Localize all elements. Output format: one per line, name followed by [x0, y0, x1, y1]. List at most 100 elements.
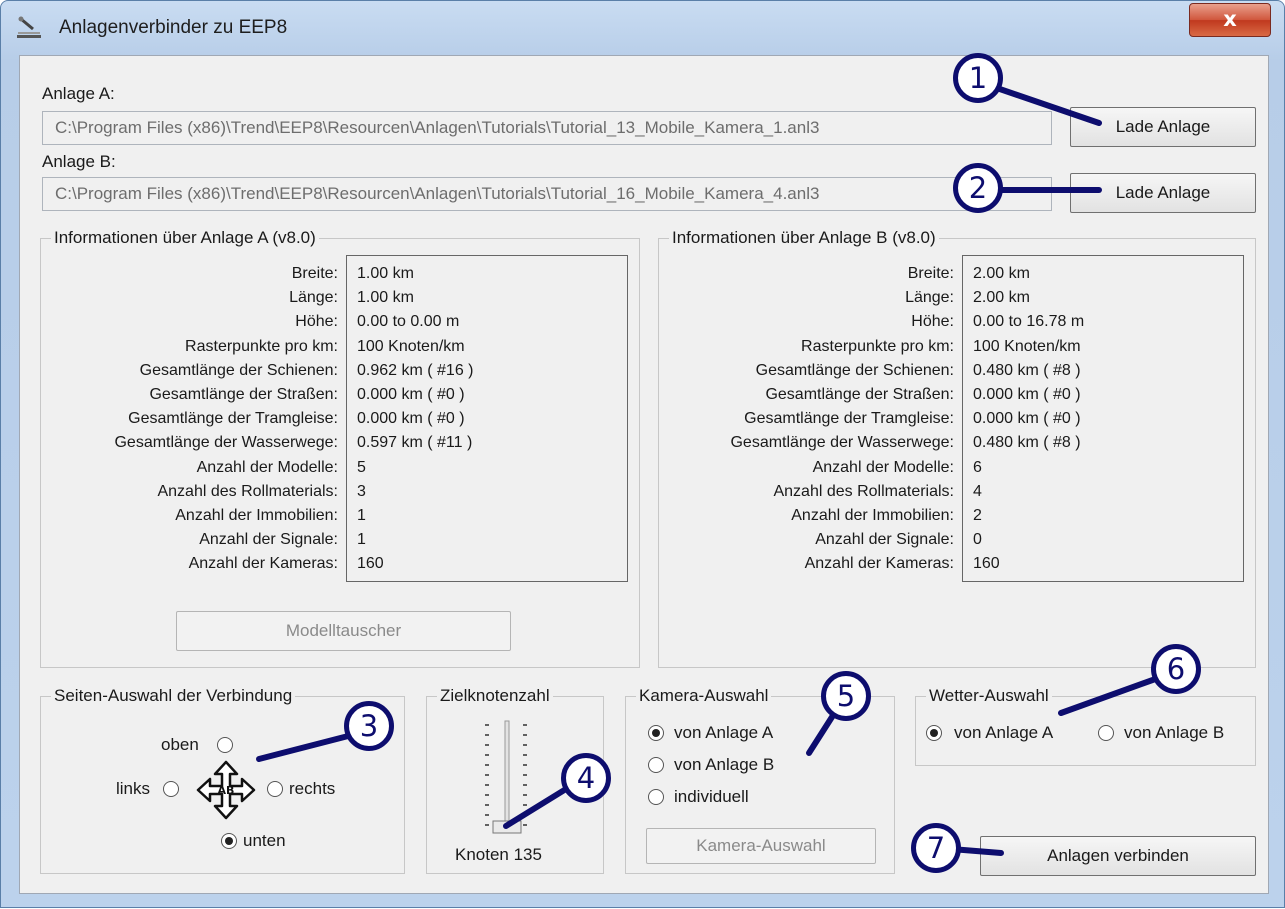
svg-text:AB: AB	[218, 784, 235, 797]
info-b-key: Gesamtlänge der Tramgleise:	[744, 410, 954, 428]
app-window: Anlagenverbinder zu EEP8 x Anlage A: C:\…	[0, 0, 1285, 908]
app-icon	[17, 16, 41, 38]
radio-kamera-anlage-b[interactable]	[648, 757, 664, 773]
kamera-auswahl-group: Kamera-Auswahl von Anlage A von Anlage B…	[625, 686, 895, 874]
callout-7: 7	[911, 823, 961, 873]
info-b-value: 0.000 km ( #0 )	[973, 385, 1081, 403]
info-a-value: 0.00 to 0.00 m	[357, 313, 460, 331]
wetter-auswahl-title: Wetter-Auswahl	[926, 686, 1052, 706]
info-a-key: Höhe:	[295, 313, 338, 331]
info-b-value: 2.00 km	[973, 289, 1030, 307]
info-a-values-box: 1.00 km 1.00 km 0.00 to 0.00 m 100 Knote…	[346, 255, 628, 582]
info-anlage-b-title: Informationen über Anlage B (v8.0)	[669, 228, 939, 248]
kamera-option-label: von Anlage A	[674, 723, 774, 742]
close-button[interactable]: x	[1189, 3, 1271, 37]
info-a-key: Anzahl der Signale:	[199, 531, 338, 549]
info-a-value: 0.962 km ( #16 )	[357, 361, 474, 379]
radio-kamera-anlage-a[interactable]	[648, 725, 664, 741]
info-a-keys: Breite: Länge: Höhe: Rasterpunkte pro km…	[41, 262, 338, 576]
info-a-value: 1	[357, 531, 366, 549]
info-b-value: 0.000 km ( #0 )	[973, 410, 1081, 428]
links-label: links	[116, 779, 151, 798]
callout-4: 4	[561, 753, 611, 803]
info-b-value: 6	[973, 458, 982, 476]
info-a-key: Breite:	[291, 265, 338, 282]
info-a-value: 1	[357, 506, 366, 524]
info-b-key: Anzahl des Rollmaterials:	[773, 482, 954, 500]
radio-wetter-anlage-b[interactable]	[1098, 725, 1114, 741]
info-b-key: Rasterpunkte pro km:	[801, 337, 954, 355]
info-b-values-box: 2.00 km 2.00 km 0.00 to 16.78 m 100 Knot…	[962, 255, 1244, 582]
anlage-a-path-field[interactable]: C:\Program Files (x86)\Trend\EEP8\Resour…	[42, 111, 1052, 145]
knoten-readout: Knoten 135	[455, 845, 542, 864]
info-a-key: Anzahl der Modelle:	[196, 458, 338, 476]
info-a-value: 5	[357, 458, 366, 476]
wetter-option-label: von Anlage A	[954, 723, 1054, 742]
info-b-value: 2	[973, 506, 982, 524]
anlage-b-path-field[interactable]: C:\Program Files (x86)\Trend\EEP8\Resour…	[42, 177, 1052, 211]
info-b-key: Anzahl der Kameras:	[804, 555, 954, 573]
info-a-value: 100 Knoten/km	[357, 337, 465, 355]
unten-label: unten	[243, 831, 286, 850]
radio-rechts[interactable]	[267, 781, 283, 797]
info-b-key: Anzahl der Signale:	[815, 531, 954, 549]
callout-5: 5	[821, 671, 871, 721]
info-b-value: 0	[973, 531, 982, 549]
info-b-value: 0.480 km ( #8 )	[973, 361, 1081, 379]
dialog-body: Anlage A: C:\Program Files (x86)\Trend\E…	[19, 55, 1269, 894]
info-a-value: 3	[357, 482, 366, 500]
anlagen-verbinden-button[interactable]: Anlagen verbinden	[980, 836, 1256, 876]
lade-anlage-b-button[interactable]: Lade Anlage	[1070, 173, 1256, 213]
info-b-key: Anzahl der Immobilien:	[791, 506, 954, 524]
info-b-keys: Breite: Länge: Höhe: Rasterpunkte pro km…	[659, 262, 954, 576]
callout-1: 1	[953, 53, 1003, 103]
info-b-key: Gesamtlänge der Wasserwege:	[730, 434, 954, 452]
callout-2: 2	[953, 163, 1003, 213]
lade-anlage-a-button[interactable]: Lade Anlage	[1070, 107, 1256, 147]
info-b-value: 100 Knoten/km	[973, 337, 1081, 355]
radio-unten[interactable]	[221, 833, 237, 849]
info-a-key: Gesamtlänge der Wasserwege:	[114, 434, 338, 452]
info-a-key: Gesamtlänge der Schienen:	[139, 361, 338, 379]
callout-6: 6	[1151, 644, 1201, 694]
modelltauscher-button[interactable]: Modelltauscher	[176, 611, 511, 651]
callout-3: 3	[344, 701, 394, 751]
radio-kamera-individuell[interactable]	[648, 789, 664, 805]
title-bar[interactable]: Anlagenverbinder zu EEP8 x	[1, 1, 1284, 53]
window-title: Anlagenverbinder zu EEP8	[59, 17, 288, 38]
zielknotenzahl-title: Zielknotenzahl	[437, 686, 553, 706]
info-b-value: 160	[973, 555, 1000, 573]
info-a-value: 160	[357, 555, 384, 573]
radio-wetter-anlage-a[interactable]	[926, 725, 942, 741]
kamera-auswahl-title: Kamera-Auswahl	[636, 686, 772, 706]
info-b-key: Gesamtlänge der Straßen:	[765, 385, 954, 403]
wetter-auswahl-group: Wetter-Auswahl von Anlage A von Anlage B	[915, 686, 1256, 766]
oben-label: oben	[161, 735, 199, 754]
info-anlage-a-title: Informationen über Anlage A (v8.0)	[51, 228, 319, 248]
radio-oben[interactable]	[217, 737, 233, 753]
info-a-key: Anzahl der Kameras:	[188, 555, 338, 573]
zielknoten-slider[interactable]	[465, 717, 555, 837]
info-b-key: Breite:	[907, 265, 954, 282]
close-icon: x	[1223, 7, 1237, 31]
anlage-a-label: Anlage A:	[42, 84, 115, 103]
info-b-key: Höhe:	[911, 313, 954, 331]
info-b-key: Gesamtlänge der Schienen:	[755, 361, 954, 379]
move-arrows-icon: AB	[196, 760, 256, 820]
info-a-key: Gesamtlänge der Tramgleise:	[128, 410, 338, 428]
kamera-option-label: individuell	[674, 787, 749, 806]
info-a-value: 0.000 km ( #0 )	[357, 410, 465, 428]
radio-links[interactable]	[163, 781, 179, 797]
info-a-key: Anzahl des Rollmaterials:	[157, 482, 338, 500]
info-b-value: 4	[973, 482, 982, 500]
info-a-value: 1.00 km	[357, 289, 414, 307]
info-a-value: 0.597 km ( #11 )	[357, 434, 473, 452]
info-a-value: 1.00 km	[357, 265, 414, 282]
kamera-auswahl-button[interactable]: Kamera-Auswahl	[646, 828, 876, 864]
kamera-option-label: von Anlage B	[674, 755, 775, 774]
info-b-value: 2.00 km	[973, 265, 1030, 282]
info-b-key: Länge:	[905, 289, 954, 307]
wetter-option-label: von Anlage B	[1124, 723, 1225, 742]
info-anlage-b-group: Informationen über Anlage B (v8.0) Breit…	[658, 228, 1256, 668]
info-b-key: Anzahl der Modelle:	[812, 458, 954, 476]
